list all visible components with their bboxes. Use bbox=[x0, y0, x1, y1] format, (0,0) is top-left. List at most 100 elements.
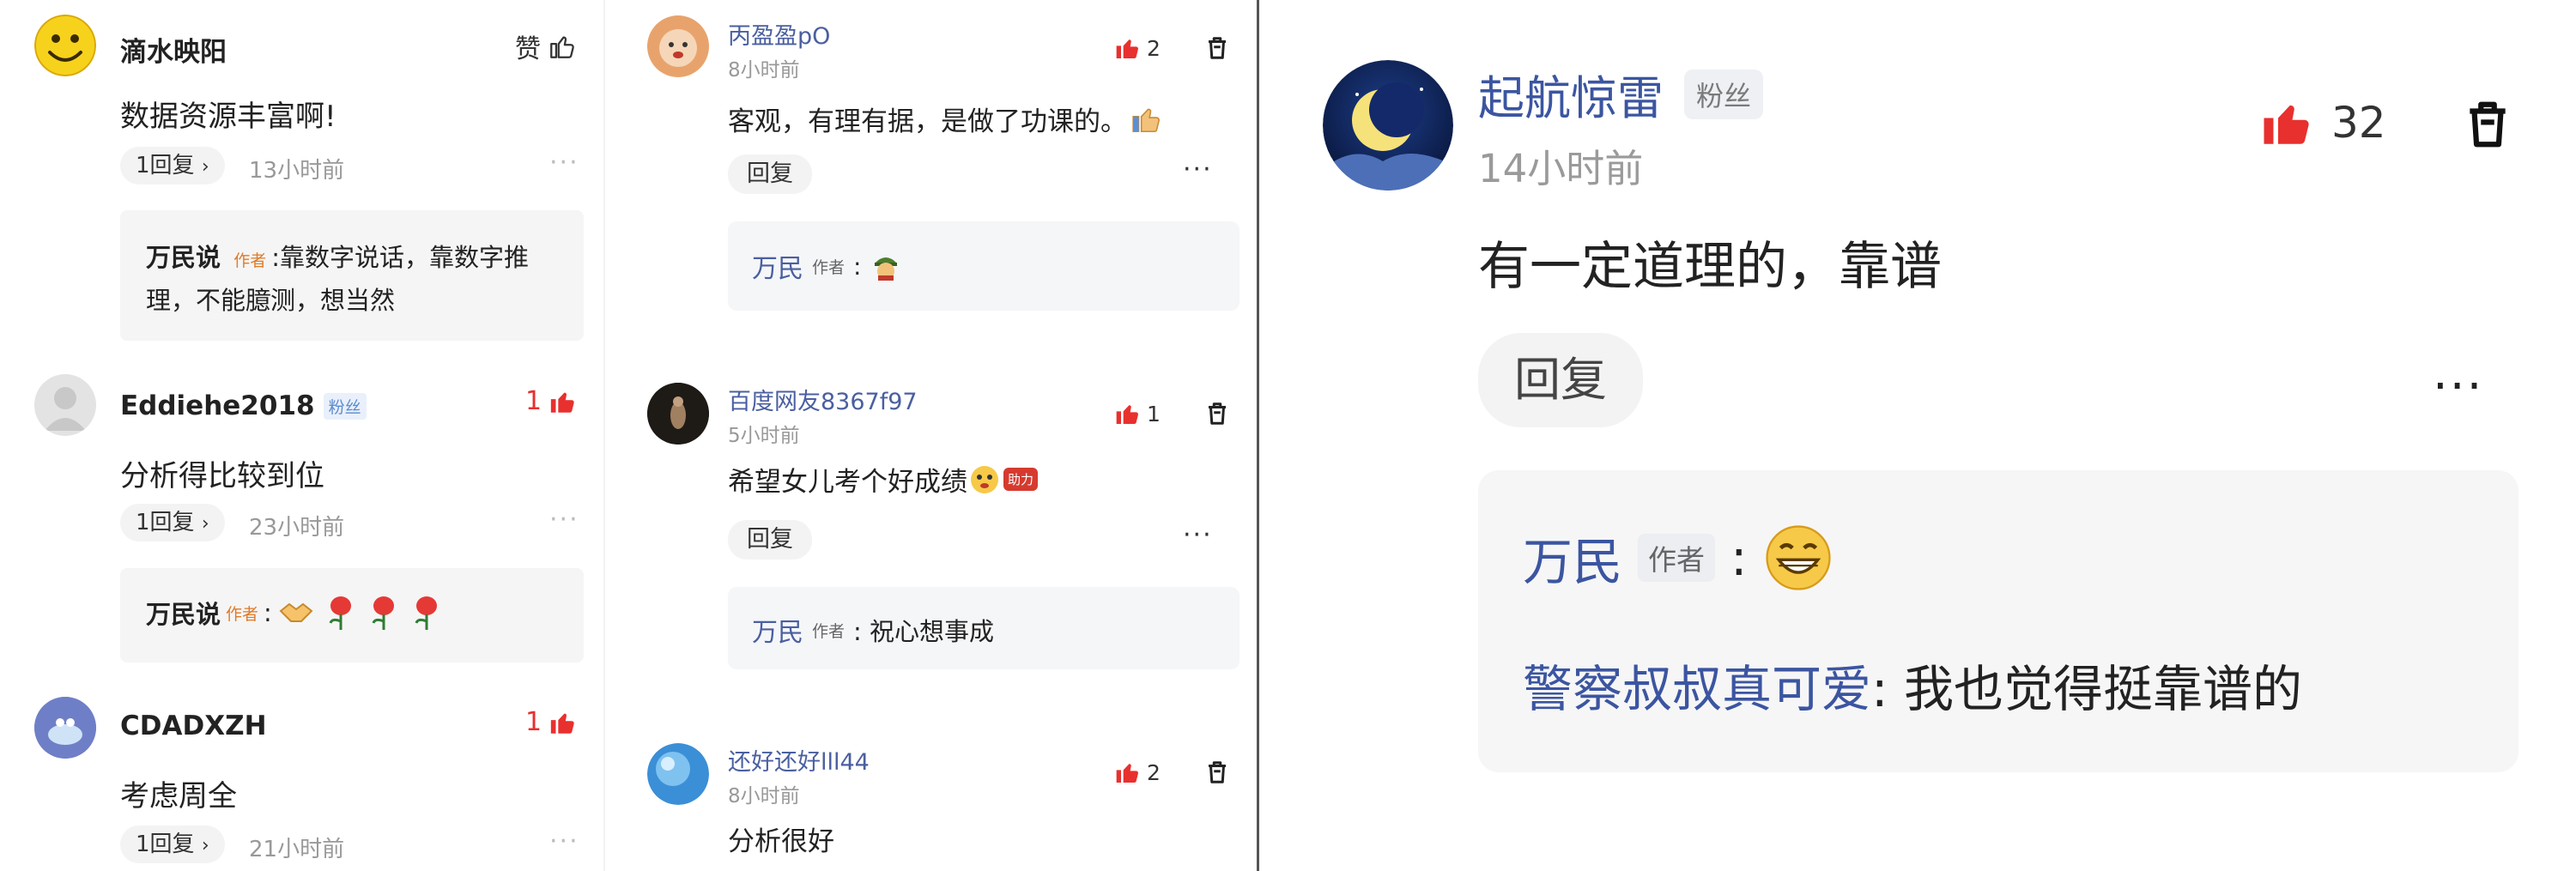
more-options-icon[interactable]: ··· bbox=[1183, 520, 1213, 550]
smiley-avatar-icon bbox=[34, 15, 96, 76]
avatar[interactable] bbox=[647, 383, 709, 445]
comment-panel-middle: 丙盈盈pO 8小时前 2 客观，有理有据，是做了功课的。 回复 ··· 万民 作… bbox=[608, 0, 1253, 871]
avatar[interactable] bbox=[34, 374, 96, 436]
like-count: 1 bbox=[1147, 401, 1161, 426]
author-badge: 作者 bbox=[233, 251, 267, 270]
comment-time: 5小时前 bbox=[728, 425, 800, 447]
comment-username[interactable]: CDADXZH bbox=[120, 711, 267, 741]
more-options-icon[interactable]: ··· bbox=[1183, 154, 1213, 184]
reply-count-label: 1回复 bbox=[136, 510, 195, 535]
like-button[interactable]: 32 bbox=[2259, 94, 2386, 151]
delete-button[interactable] bbox=[1204, 34, 1230, 62]
rose-emoji-icon bbox=[372, 596, 394, 630]
thumbs-up-filled-icon bbox=[1116, 405, 1138, 424]
more-options-icon[interactable]: ··· bbox=[549, 148, 579, 178]
avatar[interactable] bbox=[647, 15, 709, 77]
like-button[interactable]: 2 bbox=[1114, 759, 1161, 786]
delete-button[interactable] bbox=[1204, 759, 1230, 786]
author-badge: 作者 bbox=[226, 604, 259, 624]
handshake-emoji-icon bbox=[279, 602, 313, 622]
like-label: 赞 bbox=[515, 34, 541, 64]
cheer-sticker: 助力 bbox=[1003, 468, 1039, 491]
avatar[interactable] bbox=[647, 743, 709, 805]
comment-username[interactable]: 还好还好lll44 bbox=[728, 743, 870, 777]
comment-panel-right: 起航惊雷 粉丝 14小时前 32 有一定道理的，靠谱 回复 ··· 万民 作者 … bbox=[1259, 0, 2576, 871]
thumbs-up-filled-icon bbox=[2264, 105, 2309, 144]
thumbs-up-outline-icon bbox=[550, 36, 574, 58]
thumbs-up-filled-icon bbox=[1116, 764, 1138, 783]
comment-time: 21小时前 bbox=[249, 837, 345, 862]
avatar[interactable] bbox=[34, 15, 96, 76]
comment-username[interactable]: 丙盈盈pO bbox=[728, 17, 830, 51]
like-count: 2 bbox=[1147, 35, 1161, 61]
comment-text: 分析很好 bbox=[728, 826, 834, 857]
fan-badge: 粉丝 bbox=[1684, 69, 1764, 119]
reply-count-label: 1回复 bbox=[136, 832, 195, 857]
sub-reply-box: 万民 作者 : 祝心想事成 bbox=[728, 587, 1240, 669]
author-badge: 作者 bbox=[812, 257, 846, 277]
like-button[interactable]: 1 bbox=[525, 386, 578, 416]
comment-time: 8小时前 bbox=[728, 785, 800, 807]
trash-icon bbox=[2470, 101, 2506, 148]
comment-time: 14小时前 bbox=[1478, 146, 1644, 191]
comment-text: 分析得比较到位 bbox=[120, 459, 324, 493]
comment-time: 23小时前 bbox=[249, 515, 345, 541]
sub-reply-author[interactable]: 万民 bbox=[752, 611, 803, 649]
reply-count-label: 1回复 bbox=[136, 153, 195, 178]
comment-username[interactable]: 百度网友8367f97 bbox=[728, 383, 918, 416]
reply-button[interactable]: 回复 bbox=[728, 154, 812, 194]
sub-reply-box: 万民 作者 : 警察叔叔真可爱 : 我也觉得挺靠谱的 bbox=[1478, 470, 2518, 772]
comment-text: 有一定道理的，靠谱 bbox=[1478, 237, 1942, 297]
sub-reply-text: : bbox=[264, 598, 272, 627]
sub-reply-author[interactable]: 万民 bbox=[752, 247, 803, 285]
sub-reply-author[interactable]: 万民 bbox=[1523, 522, 1622, 594]
reply-button[interactable]: 回复 bbox=[1478, 333, 1643, 427]
rose-emoji-icon bbox=[415, 596, 437, 630]
like-button[interactable]: 赞 bbox=[515, 27, 577, 65]
like-button[interactable]: 1 bbox=[1114, 400, 1161, 427]
more-options-icon[interactable]: ··· bbox=[549, 505, 579, 535]
cartoon-avatar-icon bbox=[34, 697, 96, 759]
like-count: 2 bbox=[1147, 759, 1161, 785]
like-button[interactable]: 1 bbox=[525, 707, 578, 737]
reply-button[interactable]: 回复 bbox=[728, 520, 812, 559]
sub-reply-text: : 祝心想事成 bbox=[853, 617, 995, 646]
blue-circle-avatar-icon bbox=[647, 743, 709, 805]
reply-count-button[interactable]: 1回复 › bbox=[120, 147, 225, 184]
sub-reply-colon: : bbox=[1730, 529, 1748, 587]
chevron-right-icon: › bbox=[201, 835, 209, 856]
avatar[interactable] bbox=[34, 697, 96, 759]
trash-icon bbox=[1209, 402, 1226, 425]
author-badge: 作者 bbox=[812, 621, 846, 641]
comment-username[interactable]: 滴水映阳 bbox=[120, 30, 227, 69]
thumbs-up-filled-icon bbox=[550, 713, 574, 734]
chevron-right-icon: › bbox=[201, 513, 209, 535]
delete-button[interactable] bbox=[1204, 400, 1230, 427]
delete-button[interactable] bbox=[2461, 96, 2514, 153]
more-options-icon[interactable]: ··· bbox=[549, 826, 579, 856]
reply-target-user[interactable]: 警察叔叔真可爱 bbox=[1523, 649, 1871, 721]
thumbs-up-filled-icon bbox=[550, 392, 574, 413]
comment-username[interactable]: Eddiehe2018 bbox=[120, 390, 315, 421]
thumbs-up-emoji-icon bbox=[1132, 108, 1160, 132]
rose-emoji-icon bbox=[329, 596, 351, 630]
comment-text: 考虑周全 bbox=[120, 779, 237, 814]
sub-reply-author[interactable]: 万民说 bbox=[146, 595, 221, 631]
dark-photo-avatar-icon bbox=[647, 383, 709, 445]
comment-username[interactable]: 起航惊雷 bbox=[1478, 60, 1664, 128]
more-options-icon[interactable]: ··· bbox=[2433, 359, 2483, 414]
like-button[interactable]: 2 bbox=[1114, 34, 1161, 62]
hopeful-face-emoji-icon bbox=[971, 465, 998, 493]
sub-reply-box: 万民 作者 : bbox=[728, 221, 1240, 311]
panel-divider bbox=[603, 0, 605, 871]
avatar[interactable] bbox=[1323, 60, 1453, 191]
sub-reply-box: 万民说 作者 : bbox=[120, 568, 584, 662]
comment-text: 数据资源丰富啊! bbox=[120, 100, 336, 134]
reply-count-button[interactable]: 1回复 › bbox=[120, 826, 225, 863]
fan-badge: 粉丝 bbox=[323, 392, 367, 420]
reply-count-button[interactable]: 1回复 › bbox=[120, 504, 225, 541]
sub-reply-author[interactable]: 万民说 bbox=[146, 243, 221, 272]
crescent-moon-avatar-icon bbox=[1323, 60, 1453, 191]
comment-time: 8小时前 bbox=[728, 59, 800, 82]
comment-panel-left: 滴水映阳 赞 数据资源丰富啊! 1回复 › 13小时前 ··· 万民说 作者:靠… bbox=[0, 0, 601, 871]
